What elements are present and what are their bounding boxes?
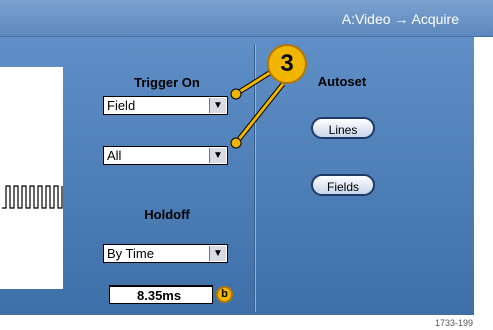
callout-leader-lines: [230, 69, 285, 149]
step-callout: 3: [267, 44, 307, 84]
figure-number: 1733-199: [434, 318, 473, 328]
